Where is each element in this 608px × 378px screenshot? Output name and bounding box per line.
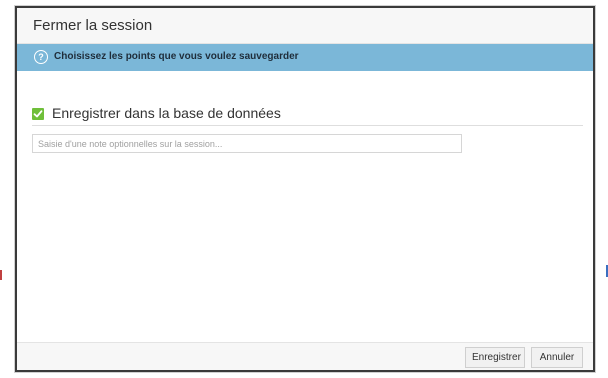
session-note-input[interactable] (32, 134, 462, 153)
close-session-dialog: Fermer la session ? Choisissez les point… (15, 6, 595, 372)
question-circle-icon: ? (34, 50, 48, 64)
info-message: Choisissez les points que vous voulez sa… (54, 51, 299, 62)
checkmark-icon (33, 110, 43, 118)
save-to-database-label: Enregistrer dans la base de données (52, 105, 281, 121)
background-edge-mark (0, 270, 2, 280)
section-divider (32, 125, 583, 126)
info-bar: ? Choisissez les points que vous voulez … (17, 44, 593, 71)
cancel-button[interactable]: Annuler (531, 347, 583, 368)
dialog-title: Fermer la session (33, 17, 153, 34)
save-button[interactable]: Enregistrer (465, 347, 525, 368)
save-to-database-checkbox[interactable] (32, 108, 44, 120)
dialog-footer: Enregistrer Annuler (17, 342, 593, 370)
dialog-header: Fermer la session (17, 8, 593, 44)
save-to-database-option[interactable]: Enregistrer dans la base de données (32, 105, 582, 125)
